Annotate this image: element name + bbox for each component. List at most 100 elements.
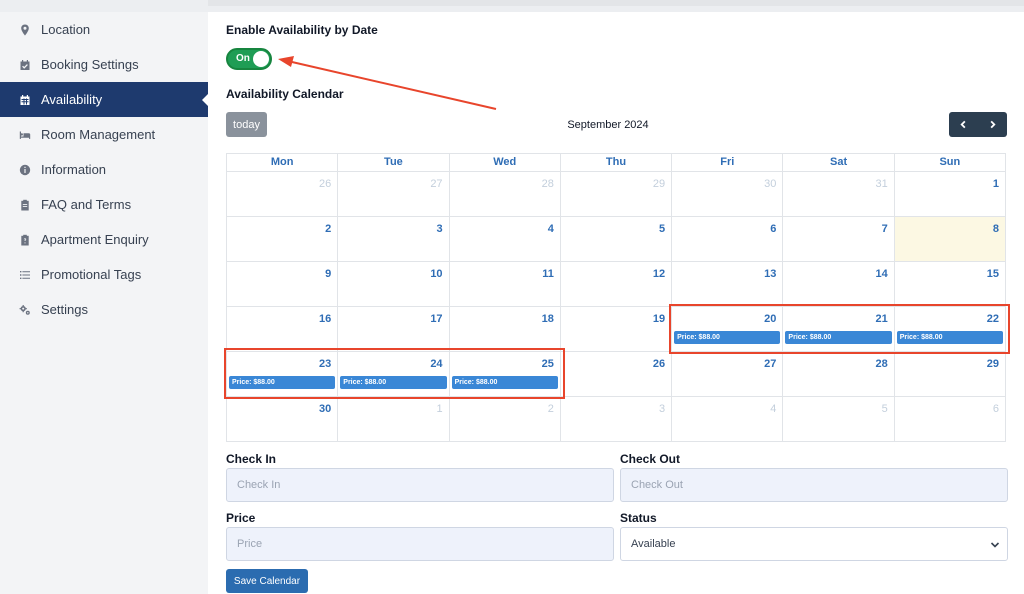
status-selected-value: Available <box>631 538 676 550</box>
list-icon <box>18 268 32 282</box>
sidebar-item-settings[interactable]: Settings <box>0 292 208 327</box>
availability-toggle[interactable]: On <box>226 48 272 70</box>
sidebar-item-information[interactable]: Information <box>0 152 208 187</box>
day-number: 19 <box>652 313 666 325</box>
sidebar-item-location[interactable]: Location <box>0 12 208 47</box>
chevron-right-icon <box>990 120 996 129</box>
calendar-day[interactable]: 2 <box>449 397 561 442</box>
top-bar <box>208 0 1024 6</box>
calendar-day[interactable]: 29 <box>560 172 673 217</box>
calendar-day[interactable]: 9 <box>227 262 339 307</box>
calendar-day[interactable]: 3 <box>560 397 673 442</box>
calendar-day[interactable]: 6 <box>894 397 1006 442</box>
top-strip <box>0 0 1024 12</box>
calendar-day[interactable]: 30 <box>227 397 339 442</box>
calendar-nav <box>949 112 1007 137</box>
calendar-day[interactable]: 26 <box>227 172 339 217</box>
chevron-left-icon <box>960 120 966 129</box>
calendar-day[interactable]: 18 <box>449 307 561 352</box>
clipboard-question-icon <box>18 233 32 247</box>
status-label: Status <box>620 511 657 525</box>
check-in-label: Check In <box>226 452 277 466</box>
weekday-mon: Mon <box>227 154 339 172</box>
sidebar: Location Booking Settings Availability Room… <box>0 12 209 594</box>
prev-month-button[interactable] <box>949 112 978 137</box>
calendar-day[interactable]: 5 <box>560 217 673 262</box>
sidebar-item-apartment-enquiry[interactable]: Apartment Enquiry <box>0 222 208 257</box>
calendar-day[interactable]: 31 <box>783 172 895 217</box>
calendar-week: 2 3 4 5 6 7 8 <box>227 217 1006 262</box>
calendar-day[interactable]: 4 <box>449 217 561 262</box>
day-number: 4 <box>547 223 554 235</box>
weekday-sun: Sun <box>894 154 1006 172</box>
calendar-day[interactable]: 7 <box>783 217 895 262</box>
calendar-day[interactable]: 11 <box>449 262 561 307</box>
calendar-day[interactable]: 10 <box>338 262 450 307</box>
toggle-knob <box>253 51 269 67</box>
check-in-input[interactable] <box>226 468 614 502</box>
sidebar-item-label: Promotional Tags <box>41 267 142 282</box>
day-number: 26 <box>652 358 666 370</box>
sidebar-item-label: Location <box>41 22 91 37</box>
sidebar-item-availability[interactable]: Availability <box>0 82 209 117</box>
day-number: 2 <box>547 403 554 415</box>
day-number: 27 <box>430 178 443 190</box>
check-out-input[interactable] <box>620 468 1008 502</box>
calendar-day[interactable]: 12 <box>560 262 673 307</box>
sidebar-item-promotional-tags[interactable]: Promotional Tags <box>0 257 208 292</box>
calendar-day[interactable]: 26 <box>560 352 673 397</box>
calendar-day[interactable]: 27 <box>672 352 784 397</box>
day-number: 6 <box>770 223 777 235</box>
calendar-day[interactable]: 16 <box>227 307 339 352</box>
sidebar-item-faq-and-terms[interactable]: FAQ and Terms <box>0 187 208 222</box>
price-input[interactable] <box>226 527 614 561</box>
day-number: 29 <box>986 358 999 370</box>
calendar-day[interactable]: 2 <box>227 217 339 262</box>
day-number: 5 <box>659 223 666 235</box>
day-number: 6 <box>992 403 999 415</box>
calendar-check-icon <box>18 58 32 72</box>
calendar-day[interactable]: 5 <box>783 397 895 442</box>
calendar-day[interactable]: 19 <box>560 307 673 352</box>
day-number: 1 <box>436 403 443 415</box>
calendar-day[interactable]: 30 <box>672 172 784 217</box>
calendar-day[interactable]: 27 <box>338 172 450 217</box>
calendar-day[interactable]: 3 <box>338 217 450 262</box>
calendar-day[interactable]: 6 <box>672 217 784 262</box>
day-number: 26 <box>319 178 332 190</box>
calendar-week: 30 1 2 3 4 5 6 <box>227 397 1006 442</box>
calendar-day[interactable]: 29 <box>894 352 1006 397</box>
clipboard-icon <box>18 198 32 212</box>
calendar-day[interactable]: 1 <box>894 172 1006 217</box>
sidebar-item-room-management[interactable]: Room Management <box>0 117 208 152</box>
calendar-day[interactable]: 13 <box>672 262 784 307</box>
day-number: 12 <box>652 268 666 280</box>
day-number: 18 <box>541 313 554 325</box>
calendar-day[interactable]: 8 <box>894 217 1006 262</box>
calendar-day[interactable]: 4 <box>672 397 784 442</box>
sidebar-item-label: FAQ and Terms <box>41 197 132 212</box>
day-number: 3 <box>659 403 666 415</box>
availability-calendar-label: Availability Calendar <box>226 87 344 101</box>
calendar-day[interactable]: 28 <box>449 172 561 217</box>
calendar-day[interactable]: 14 <box>783 262 895 307</box>
bed-icon <box>18 128 32 142</box>
today-button[interactable]: today <box>226 112 267 137</box>
save-calendar-button[interactable]: Save Calendar <box>226 569 308 593</box>
day-number: 30 <box>764 178 777 190</box>
calendar-month-title: September 2024 <box>567 119 649 131</box>
calendar-day[interactable]: 17 <box>338 307 450 352</box>
day-number: 31 <box>875 178 888 190</box>
day-number: 9 <box>325 268 332 280</box>
day-number: 15 <box>986 268 999 280</box>
weekday-fri: Fri <box>672 154 784 172</box>
status-select[interactable]: Available <box>620 527 1008 561</box>
day-number: 5 <box>881 403 888 415</box>
calendar-week: 9 10 11 12 13 14 15 <box>227 262 1006 307</box>
calendar-day[interactable]: 15 <box>894 262 1006 307</box>
next-month-button[interactable] <box>978 112 1007 137</box>
sidebar-item-booking-settings[interactable]: Booking Settings <box>0 47 208 82</box>
calendar-day[interactable]: 1 <box>338 397 450 442</box>
calendar-day[interactable]: 28 <box>783 352 895 397</box>
enable-availability-label: Enable Availability by Date <box>226 23 378 37</box>
